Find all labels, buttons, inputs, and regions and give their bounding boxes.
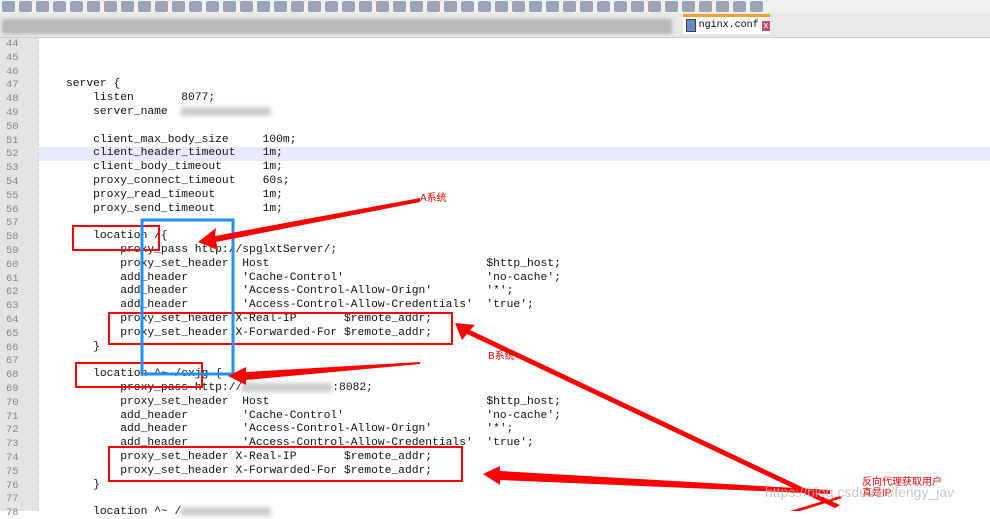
box-blue	[140, 218, 235, 376]
arrow-b-loc	[228, 362, 420, 385]
watermark: https://blog.csdn.net/fengy_jav	[765, 484, 955, 500]
label-b-system: B系统	[488, 351, 515, 362]
arrow-a	[198, 198, 420, 250]
box-location-a	[72, 225, 160, 251]
annotation-layer	[72, 198, 842, 511]
box-headers-b	[108, 446, 463, 482]
box-headers-a	[108, 312, 453, 345]
label-a-system: A系统	[420, 193, 447, 204]
